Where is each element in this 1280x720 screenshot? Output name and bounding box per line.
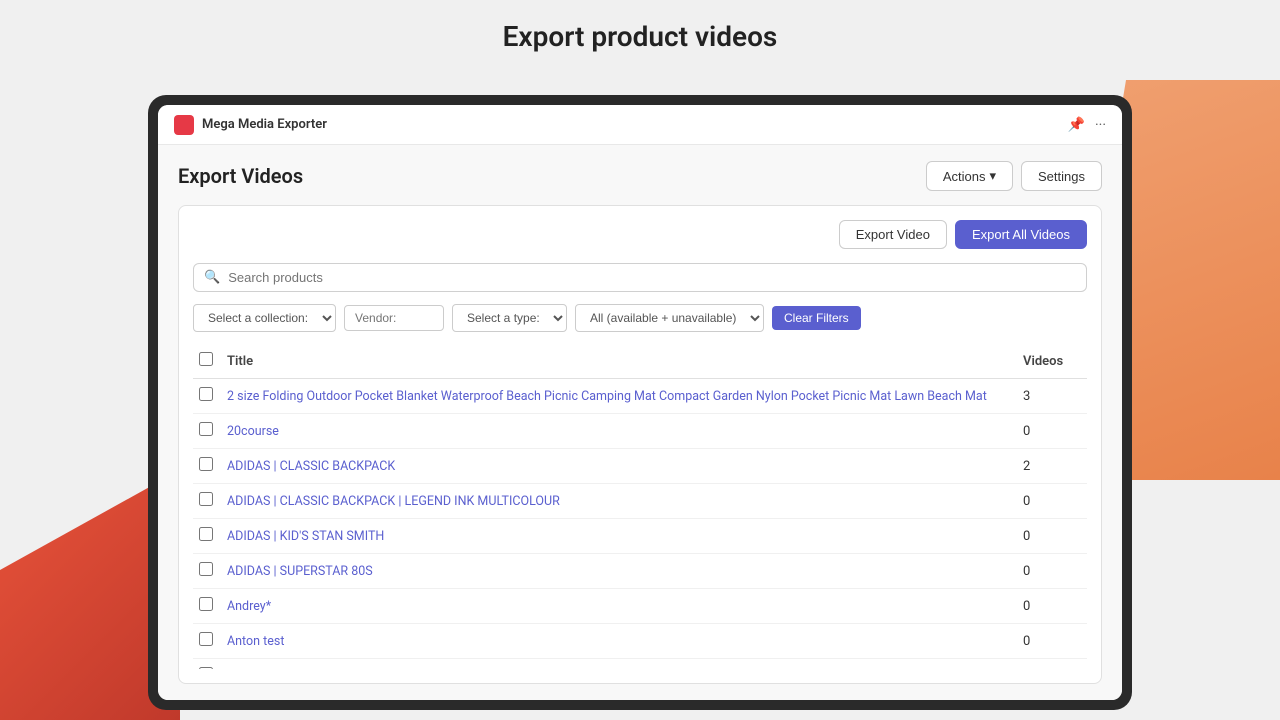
row-checkbox[interactable] <box>199 562 213 576</box>
row-videos-count: 0 <box>1017 554 1087 589</box>
row-checkbox-cell <box>193 519 221 554</box>
tablet-frame: Mega Media Exporter 📌 ··· Export Videos … <box>148 95 1132 710</box>
main-panel: Export Video Export All Videos 🔍 Select … <box>178 205 1102 684</box>
product-title-link[interactable]: ADIDAS | KID'S STAN SMITH <box>227 529 384 544</box>
search-bar: 🔍 <box>193 263 1087 292</box>
actions-chevron-icon: ▾ <box>989 168 996 184</box>
row-title: Anton test <box>221 624 1017 659</box>
actions-button[interactable]: Actions ▾ <box>926 161 1013 191</box>
settings-button[interactable]: Settings <box>1021 161 1102 191</box>
select-all-checkbox[interactable] <box>199 352 213 366</box>
row-title: ADIDAS | KID'S STAN SMITH <box>221 519 1017 554</box>
row-checkbox-cell <box>193 449 221 484</box>
collection-filter[interactable]: Select a collection: <box>193 304 336 332</box>
vendor-filter[interactable] <box>344 305 444 331</box>
clear-filters-button[interactable]: Clear Filters <box>772 306 861 330</box>
page-title: Export product videos <box>0 20 1280 53</box>
search-icon: 🔍 <box>204 270 220 285</box>
row-videos-count: 2 <box>1017 449 1087 484</box>
export-video-button[interactable]: Export Video <box>839 220 947 249</box>
row-checkbox-cell <box>193 624 221 659</box>
row-videos-count: 3 <box>1017 379 1087 414</box>
row-checkbox-cell <box>193 659 221 670</box>
product-title-link[interactable]: ADIDAS | CLASSIC BACKPACK <box>227 459 395 474</box>
row-videos-count: 0 <box>1017 414 1087 449</box>
product-title-link[interactable]: ADIDAS | SUPERSTAR 80S <box>227 564 373 579</box>
table-row: ADIDAS | SUPERSTAR 80S 0 <box>193 554 1087 589</box>
th-select-all <box>193 344 221 379</box>
products-list: Title Videos 2 size Folding Outdoor Pock… <box>193 344 1087 669</box>
clear-filters-label: Clear Filters <box>784 311 849 325</box>
table-row: Anton test 0 <box>193 624 1087 659</box>
row-checkbox-cell <box>193 589 221 624</box>
row-title: ASICS TIGER | GEL-LYTE V '30 YEARS OF GE… <box>221 659 1017 670</box>
table-row: ASICS TIGER | GEL-LYTE V '30 YEARS OF GE… <box>193 659 1087 670</box>
row-checkbox[interactable] <box>199 632 213 646</box>
export-video-label: Export Video <box>856 227 930 242</box>
type-filter[interactable]: Select a type: <box>452 304 567 332</box>
row-checkbox[interactable] <box>199 457 213 471</box>
row-checkbox[interactable] <box>199 527 213 541</box>
table-row: ADIDAS | CLASSIC BACKPACK 2 <box>193 449 1087 484</box>
row-checkbox[interactable] <box>199 422 213 436</box>
product-table: Title Videos 2 size Folding Outdoor Pock… <box>193 344 1087 669</box>
settings-label: Settings <box>1038 169 1085 184</box>
product-title-link[interactable]: ADIDAS | CLASSIC BACKPACK | LEGEND INK M… <box>227 494 560 509</box>
product-title-link[interactable]: 20course <box>227 424 279 439</box>
product-title-link[interactable]: 2 size Folding Outdoor Pocket Blanket Wa… <box>227 389 987 404</box>
app-logo <box>174 115 194 135</box>
content-title: Export Videos <box>178 164 303 188</box>
th-title: Title <box>221 344 1017 379</box>
row-checkbox[interactable] <box>199 667 213 669</box>
export-row: Export Video Export All Videos <box>193 220 1087 249</box>
row-videos-count: 0 <box>1017 589 1087 624</box>
table-row: ADIDAS | KID'S STAN SMITH 0 <box>193 519 1087 554</box>
row-title: 2 size Folding Outdoor Pocket Blanket Wa… <box>221 379 1017 414</box>
row-checkbox-cell <box>193 484 221 519</box>
row-title: ADIDAS | CLASSIC BACKPACK | LEGEND INK M… <box>221 484 1017 519</box>
export-all-label: Export All Videos <box>972 227 1070 242</box>
row-checkbox-cell <box>193 554 221 589</box>
row-checkbox[interactable] <box>199 597 213 611</box>
pin-icon[interactable]: 📌 <box>1068 117 1085 133</box>
row-title: 20course <box>221 414 1017 449</box>
row-title: ADIDAS | CLASSIC BACKPACK <box>221 449 1017 484</box>
row-title: ADIDAS | SUPERSTAR 80S <box>221 554 1017 589</box>
content-header: Export Videos Actions ▾ Settings <box>178 161 1102 191</box>
app-name-label: Mega Media Exporter <box>202 117 1068 132</box>
actions-label: Actions <box>943 169 986 184</box>
row-checkbox-cell <box>193 379 221 414</box>
row-checkbox-cell <box>193 414 221 449</box>
header-buttons: Actions ▾ Settings <box>926 161 1102 191</box>
table-row: Andrey* 0 <box>193 589 1087 624</box>
product-title-link[interactable]: ASICS TIGER | GEL-LYTE V '30 YEARS OF GE… <box>227 669 513 670</box>
product-title-link[interactable]: Andrey* <box>227 599 271 614</box>
th-videos: Videos <box>1017 344 1087 379</box>
row-checkbox[interactable] <box>199 492 213 506</box>
table-row: 20course 0 <box>193 414 1087 449</box>
row-videos-count: 0 <box>1017 519 1087 554</box>
search-input[interactable] <box>228 270 1076 285</box>
row-videos-count: 0 <box>1017 484 1087 519</box>
more-icon[interactable]: ··· <box>1095 117 1106 133</box>
row-title: Andrey* <box>221 589 1017 624</box>
topbar-icons: 📌 ··· <box>1068 117 1106 133</box>
app-topbar: Mega Media Exporter 📌 ··· <box>158 105 1122 145</box>
table-row: 2 size Folding Outdoor Pocket Blanket Wa… <box>193 379 1087 414</box>
table-row: ADIDAS | CLASSIC BACKPACK | LEGEND INK M… <box>193 484 1087 519</box>
row-videos-count: 0 <box>1017 624 1087 659</box>
table-header: Title Videos <box>193 344 1087 379</box>
tablet-screen: Mega Media Exporter 📌 ··· Export Videos … <box>158 105 1122 700</box>
availability-filter[interactable]: All (available + unavailable) <box>575 304 764 332</box>
row-videos-count: 0 <box>1017 659 1087 670</box>
table-body: 2 size Folding Outdoor Pocket Blanket Wa… <box>193 379 1087 670</box>
product-title-link[interactable]: Anton test <box>227 634 284 649</box>
filters-row: Select a collection: Select a type: All … <box>193 304 1087 332</box>
export-all-videos-button[interactable]: Export All Videos <box>955 220 1087 249</box>
app-content: Export Videos Actions ▾ Settings Expor <box>158 145 1122 700</box>
row-checkbox[interactable] <box>199 387 213 401</box>
